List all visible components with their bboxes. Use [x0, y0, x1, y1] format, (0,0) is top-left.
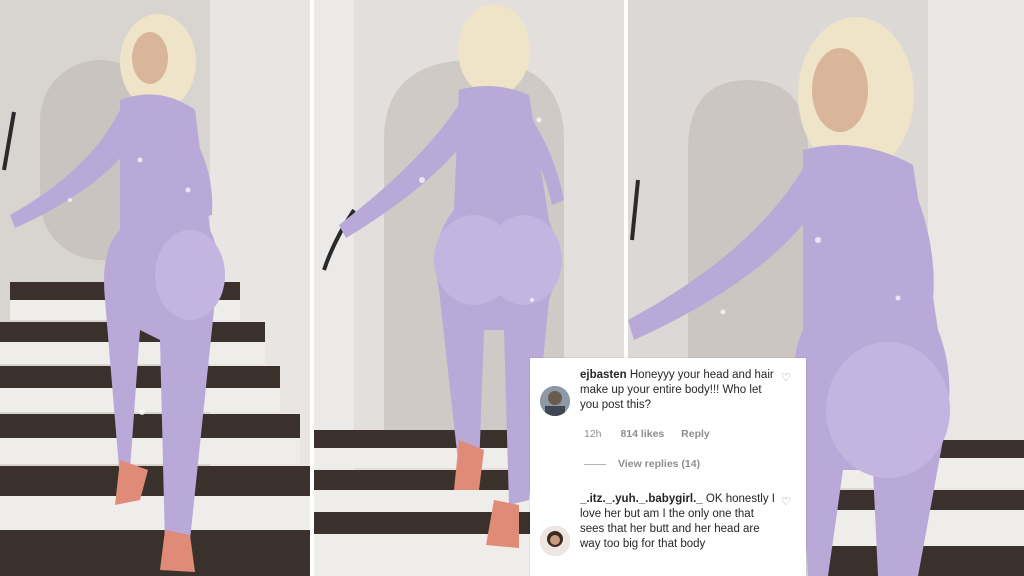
- avatar-babygirl[interactable]: [540, 526, 570, 556]
- comment-card: ejbasten Honeyyy your head and hair make…: [530, 358, 806, 576]
- photo-left-scene: [0, 0, 310, 576]
- avatar-ejbasten-image: [540, 386, 570, 416]
- avatar-ejbasten[interactable]: [540, 386, 570, 416]
- heart-outline-icon[interactable]: ♡: [780, 372, 792, 384]
- comment-1-body: ejbasten Honeyyy your head and hair make…: [580, 368, 780, 413]
- heart-outline-icon[interactable]: ♡: [780, 496, 792, 508]
- comment-1-likes[interactable]: 814 likes: [620, 428, 664, 440]
- comment-1-username[interactable]: ejbasten: [580, 369, 627, 381]
- photo-panel-left: [0, 0, 310, 576]
- view-replies-divider: [584, 464, 606, 465]
- comment-1-reply-button[interactable]: Reply: [681, 428, 710, 440]
- view-replies-link[interactable]: View replies (14): [618, 458, 700, 470]
- avatar-babygirl-image: [540, 526, 570, 556]
- comment-1-time: 12h: [584, 428, 602, 440]
- comment-1-meta: 12h 814 likes Reply: [584, 428, 710, 440]
- comment-2-body: _.itz._.yuh._.babygirl._ OK honestly I l…: [580, 492, 780, 552]
- comment-2-username[interactable]: _.itz._.yuh._.babygirl._: [580, 493, 703, 505]
